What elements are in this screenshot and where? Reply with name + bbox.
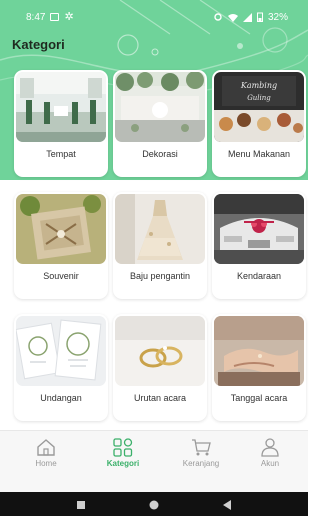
nav-item-keranjang[interactable]: Keranjang: [166, 437, 236, 487]
status-time: 8:47: [26, 11, 46, 23]
notification-icon: [50, 13, 60, 21]
category-card-dekorasi[interactable]: Dekorasi: [113, 70, 207, 177]
home-icon: [37, 439, 55, 456]
cast-icon: [214, 13, 222, 21]
category-label: Baju pengantin: [129, 271, 191, 281]
category-label: Dekorasi: [142, 149, 178, 159]
home-button-icon[interactable]: [149, 500, 159, 510]
app-notification-icon: ✲: [64, 10, 74, 23]
category-label: Undangan: [40, 393, 82, 403]
nav-label-home: Home: [35, 459, 57, 468]
category-label: Souvenir: [43, 271, 79, 281]
hands-photo: [214, 316, 304, 386]
nav-item-kategori[interactable]: Kategori: [88, 437, 158, 487]
category-card-tanggal-acara[interactable]: Tanggal acara: [212, 314, 306, 421]
system-navigation-bar: [0, 492, 308, 516]
category-card-undangan[interactable]: Undangan: [14, 314, 108, 421]
svg-text:Kambing: Kambing: [240, 81, 277, 90]
nav-item-akun[interactable]: Akun: [235, 437, 305, 487]
category-label: Menu Makanan: [227, 149, 291, 159]
category-label: Kendaraan: [236, 271, 282, 281]
battery-percent: 32%: [267, 11, 288, 23]
page-title: Kategori: [12, 37, 65, 52]
category-card-souvenir[interactable]: Souvenir: [14, 192, 108, 299]
category-label: Tanggal acara: [230, 393, 288, 403]
category-card-baju-pengantin[interactable]: Baju pengantin: [113, 192, 207, 299]
cart-icon: [192, 439, 211, 456]
wedding-dress-photo: [115, 194, 205, 264]
battery-icon: [256, 12, 263, 22]
category-card-tempat[interactable]: Tempat: [14, 70, 108, 177]
category-card-urutan-acara[interactable]: Urutan acara: [113, 314, 207, 421]
svg-text:Guling: Guling: [247, 94, 271, 102]
nav-item-home[interactable]: Home: [11, 437, 81, 487]
nav-label-keranjang: Keranjang: [182, 459, 220, 468]
rings-photo: [115, 316, 205, 386]
food-menu-photo: Kambing Guling: [214, 72, 304, 142]
category-card-kendaraan[interactable]: Kendaraan: [212, 192, 306, 299]
invitation-photo: [16, 316, 106, 386]
grid-icon: [113, 438, 133, 457]
wifi-icon: [227, 13, 238, 22]
status-bar: 8:47 ✲ 32%: [0, 0, 308, 34]
nav-label-akun: Akun: [260, 459, 280, 468]
category-card-menu-makanan[interactable]: Kambing Guling Menu Makanan: [212, 70, 306, 177]
category-label: Urutan acara: [133, 393, 187, 403]
souvenir-photo: [16, 194, 106, 264]
venue-hall-photo: [16, 72, 106, 142]
recent-apps-icon[interactable]: [76, 500, 86, 510]
signal-icon: [242, 12, 252, 22]
user-icon: [261, 438, 279, 457]
category-label: Tempat: [46, 149, 76, 159]
nav-label-kategori: Kategori: [106, 459, 140, 468]
back-icon[interactable]: [222, 500, 232, 510]
bottom-navigation: Home Kategori Keranjang Akun: [0, 430, 308, 492]
wedding-car-photo: [214, 194, 304, 264]
decoration-photo: [115, 72, 205, 142]
